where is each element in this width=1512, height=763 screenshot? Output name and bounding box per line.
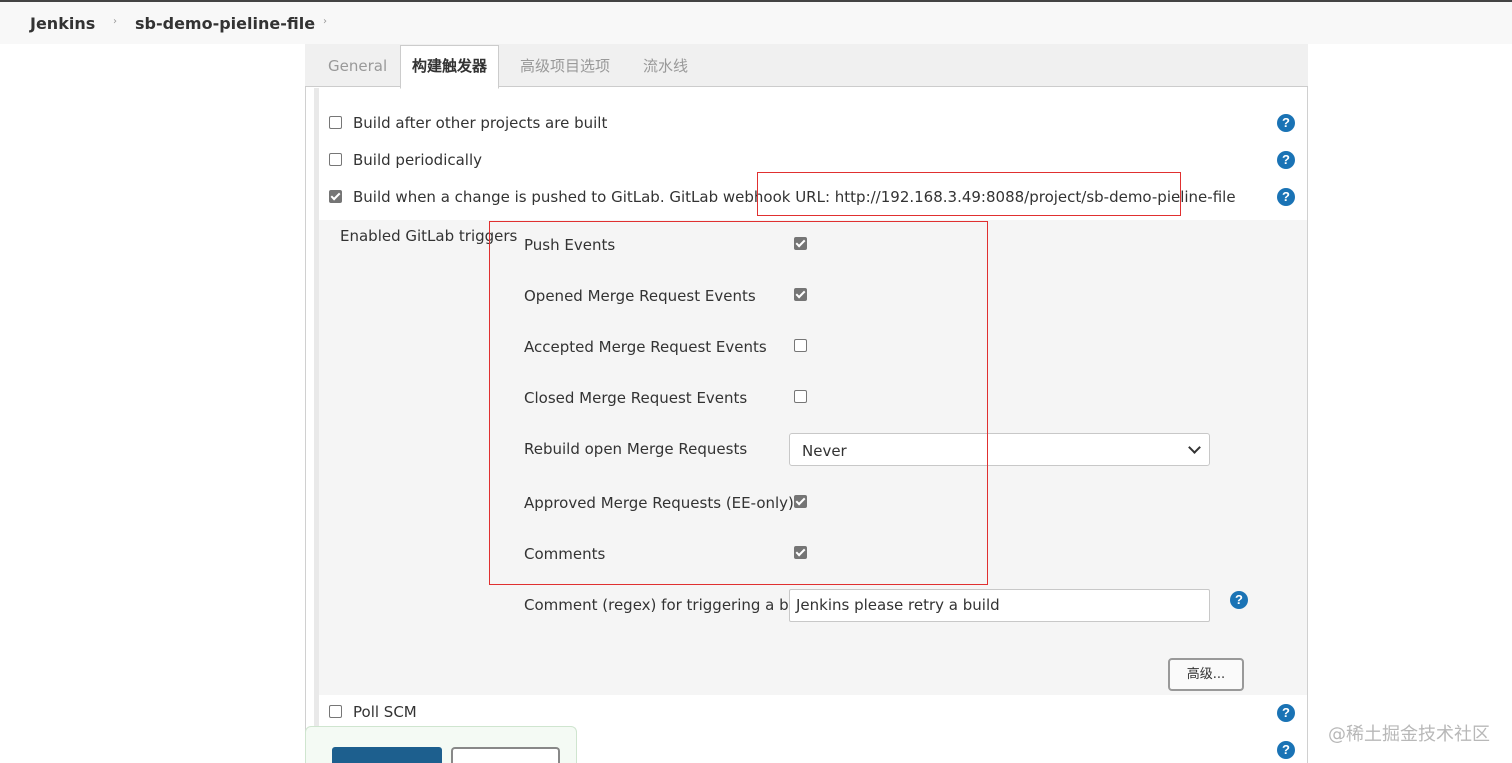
tab-general[interactable]: General <box>328 44 387 87</box>
poll-scm-label: Poll SCM <box>353 703 417 721</box>
webhook-url-highlight <box>757 172 1181 216</box>
breadcrumb-chevron-icon[interactable]: › <box>323 16 327 27</box>
comment-regex-input[interactable]: Jenkins please retry a build <box>789 589 1210 622</box>
save-button[interactable] <box>332 747 442 763</box>
comment-regex-label: Comment (regex) for triggering a build <box>524 596 817 614</box>
build-periodically-label: Build periodically <box>353 151 483 169</box>
apply-button[interactable] <box>451 747 560 763</box>
breadcrumb-jenkins[interactable]: Jenkins <box>30 14 95 33</box>
chevron-down-icon <box>1188 441 1201 454</box>
help-icon[interactable]: ? <box>1277 114 1295 132</box>
breadcrumb-job[interactable]: sb-demo-pieline-file <box>135 14 315 33</box>
build-after-label: Build after other projects are built <box>353 114 608 132</box>
advanced-button[interactable]: 高级... <box>1168 658 1244 691</box>
build-periodically-checkbox[interactable] <box>329 153 342 166</box>
gitlab-triggers-highlight <box>489 221 988 585</box>
help-icon[interactable]: ? <box>1277 188 1295 206</box>
tab-advanced-project-options[interactable]: 高级项目选项 <box>520 44 610 87</box>
help-icon[interactable]: ? <box>1277 741 1295 759</box>
tab-pipeline[interactable]: 流水线 <box>643 44 688 87</box>
poll-scm-checkbox[interactable] <box>329 705 342 718</box>
gitlab-push-checkbox[interactable] <box>329 190 342 203</box>
build-after-checkbox[interactable] <box>329 116 342 129</box>
tab-build-triggers[interactable]: 构建触发器 <box>400 45 500 89</box>
breadcrumb-chevron-icon[interactable]: › <box>113 16 117 27</box>
help-icon[interactable]: ? <box>1277 704 1295 722</box>
breadcrumb: Jenkins › sb-demo-pieline-file › <box>0 0 1512 44</box>
help-icon[interactable]: ? <box>1277 151 1295 169</box>
watermark: @稀土掘金技术社区 <box>1328 724 1490 745</box>
help-icon[interactable]: ? <box>1230 591 1248 609</box>
